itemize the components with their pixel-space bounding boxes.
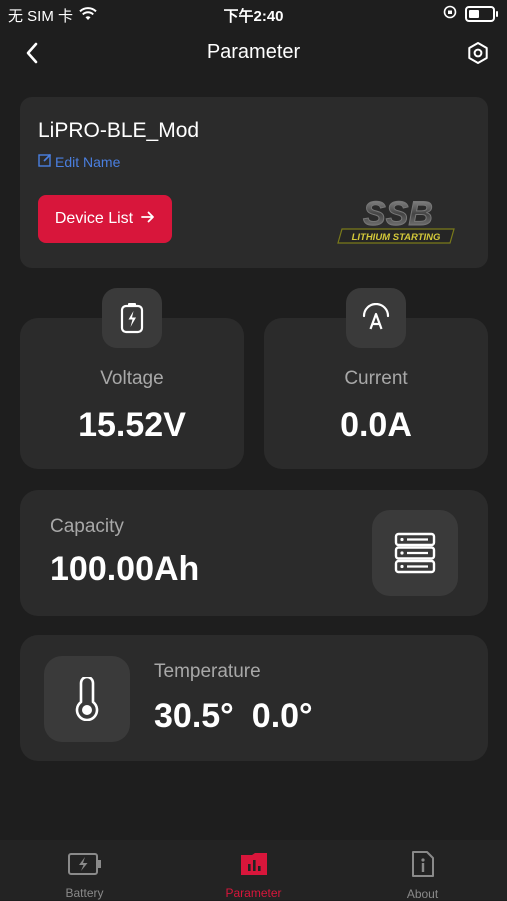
edit-icon <box>38 153 52 170</box>
current-value: 0.0A <box>340 406 412 444</box>
edit-name-label: Edit Name <box>55 153 121 170</box>
temperature-value-1: 30.5° <box>154 697 234 735</box>
current-card: Current 0.0A <box>264 288 488 469</box>
status-bar: 无 SIM 卡 下午2:40 <box>0 0 507 28</box>
temperature-value-2: 0.0° <box>251 697 313 735</box>
battery-charging-icon <box>67 850 103 877</box>
tab-battery[interactable]: Battery <box>0 840 169 900</box>
tab-bar: Battery Parameter About <box>0 840 507 901</box>
info-icon <box>411 850 435 878</box>
battery-bolt-icon <box>102 288 162 348</box>
tab-about[interactable]: About <box>338 840 507 901</box>
temperature-values: 30.5° 0.0° <box>154 697 313 736</box>
battery-icon <box>465 6 498 22</box>
current-label: Current <box>344 368 408 389</box>
page-title: Parameter <box>206 41 301 63</box>
bar-chart-icon <box>240 850 268 877</box>
nav-bar: Parameter <box>0 30 507 76</box>
tab-about-label: About <box>406 887 439 901</box>
device-name: LiPRO-BLE_Mod <box>38 119 200 142</box>
status-right <box>443 5 498 23</box>
voltage-label: Voltage <box>100 368 164 389</box>
temperature-card: Temperature 30.5° 0.0° <box>20 635 488 761</box>
arrow-right-icon <box>141 210 155 228</box>
edit-name-link[interactable]: Edit Name <box>38 153 120 170</box>
thermometer-icon <box>44 656 130 742</box>
brand-logo: SSB LITHIUM STARTING <box>336 195 458 247</box>
svg-text:SSB: SSB <box>363 195 433 233</box>
voltage-value: 15.52V <box>78 406 186 444</box>
voltage-card: Voltage 15.52V <box>20 288 244 469</box>
capacity-card: Capacity 100.00Ah <box>20 490 488 616</box>
capacity-value: 100.00Ah <box>50 550 200 588</box>
tab-battery-label: Battery <box>65 886 104 900</box>
temperature-label: Temperature <box>154 661 261 682</box>
tab-parameter-label: Parameter <box>225 886 282 900</box>
device-list-button[interactable]: Device List <box>38 195 172 243</box>
server-stack-icon <box>372 510 458 596</box>
tab-parameter[interactable]: Parameter <box>169 840 338 900</box>
device-card: LiPRO-BLE_Mod Edit Name Device List SSB … <box>20 97 488 268</box>
device-list-label: Device List <box>54 210 134 227</box>
gear-icon[interactable] <box>463 38 493 68</box>
capacity-label: Capacity <box>50 516 124 537</box>
svg-text:LITHIUM STARTING: LITHIUM STARTING <box>352 232 441 243</box>
orientation-lock-icon <box>443 5 457 23</box>
status-time: 下午2:40 <box>223 8 284 25</box>
ampere-icon <box>346 288 406 348</box>
